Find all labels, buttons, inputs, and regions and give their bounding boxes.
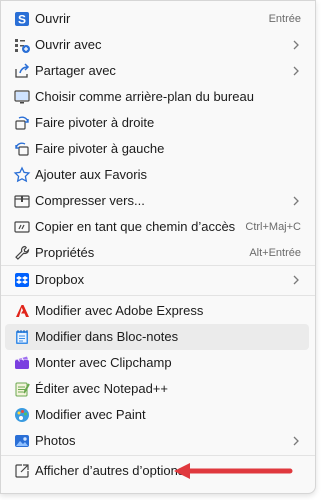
shortcut-text: Alt+Entrée [249,247,301,259]
open-with-icon [13,36,31,54]
menu-item-set-desktop-background[interactable]: Choisir comme arrière-plan du bureau [5,84,309,110]
menu-item-copy-as-path[interactable]: Copier en tant que chemin d’accès Ctrl+M… [5,214,309,240]
notepad-icon [13,328,31,346]
red-arrow-annotation [174,463,293,479]
chevron-right-icon [291,433,301,449]
more-options-icon [13,462,31,480]
chevron-right-icon [291,37,301,53]
menu-item-label: Copier en tant que chemin d’accès [35,219,236,234]
menu-item-clipchamp[interactable]: Monter avec Clipchamp [5,350,309,376]
menu-item-open[interactable]: S Ouvrir Entrée [5,6,309,32]
archive-icon [13,192,31,210]
dropbox-icon [13,271,31,289]
menu-item-label: Faire pivoter à gauche [35,141,165,156]
notepad-plus-plus-icon [13,380,31,398]
rotate-right-icon [13,114,31,132]
menu-item-label: Modifier avec Paint [35,407,146,422]
menu-item-label: Afficher d’autres d’options [35,463,185,478]
svg-text:S: S [18,13,26,27]
menu-item-dropbox[interactable]: Dropbox [5,267,309,293]
menu-item-edit-notepad[interactable]: Modifier dans Bloc-notes [5,324,309,350]
menu-item-label: Modifier dans Bloc-notes [35,329,179,344]
menu-item-share-with[interactable]: Partager avec [5,58,309,84]
menu-item-rotate-right[interactable]: Faire pivoter à droite [5,110,309,136]
menu-item-label: Partager avec [35,63,116,78]
clipchamp-icon [13,354,31,372]
menu-item-label: Compresser vers... [35,193,145,208]
menu-item-open-with[interactable]: Ouvrir avec [5,32,309,58]
wrench-icon [13,244,31,262]
menu-item-rotate-left[interactable]: Faire pivoter à gauche [5,136,309,162]
context-menu: S Ouvrir Entrée Ouvrir avec Partager ave… [0,0,316,494]
menu-item-adobe-express[interactable]: Modifier avec Adobe Express [5,298,309,324]
share-icon [13,62,31,80]
adobe-express-icon [13,302,31,320]
menu-item-compress-to[interactable]: Compresser vers... [5,188,309,214]
open-icon: S [13,10,31,28]
menu-item-label: Propriétés [35,245,95,260]
paint-icon [13,406,31,424]
chevron-right-icon [291,63,301,79]
menu-divider [1,295,315,296]
menu-item-label: Ouvrir avec [35,37,102,52]
star-icon [13,166,31,184]
photos-icon [13,432,31,450]
menu-item-label: Modifier avec Adobe Express [35,303,204,318]
shortcut-text: Entrée [268,13,301,25]
menu-item-photos[interactable]: Photos [5,428,309,454]
desktop-background: S Ouvrir Entrée Ouvrir avec Partager ave… [0,0,322,500]
shortcut-text: Ctrl+Maj+C [245,221,301,233]
menu-item-properties[interactable]: Propriétés Alt+Entrée [5,240,309,266]
menu-item-label: Ouvrir [35,11,71,26]
menu-item-notepad-plus-plus[interactable]: Éditer avec Notepad++ [5,376,309,402]
menu-item-label: Monter avec Clipchamp [35,355,172,370]
menu-divider [1,265,315,266]
menu-item-label: Ajouter aux Favoris [35,167,147,182]
rotate-left-icon [13,140,31,158]
chevron-right-icon [291,272,301,288]
copy-path-icon [13,218,31,236]
menu-item-label: Photos [35,433,76,448]
menu-item-label: Choisir comme arrière-plan du bureau [35,89,254,104]
menu-item-label: Faire pivoter à droite [35,115,155,130]
menu-item-label: Dropbox [35,272,85,287]
menu-item-label: Éditer avec Notepad++ [35,381,168,396]
menu-item-add-to-favorites[interactable]: Ajouter aux Favoris [5,162,309,188]
chevron-right-icon [291,193,301,209]
menu-item-paint[interactable]: Modifier avec Paint [5,402,309,428]
desktop-background-icon [13,88,31,106]
menu-divider [1,455,315,456]
